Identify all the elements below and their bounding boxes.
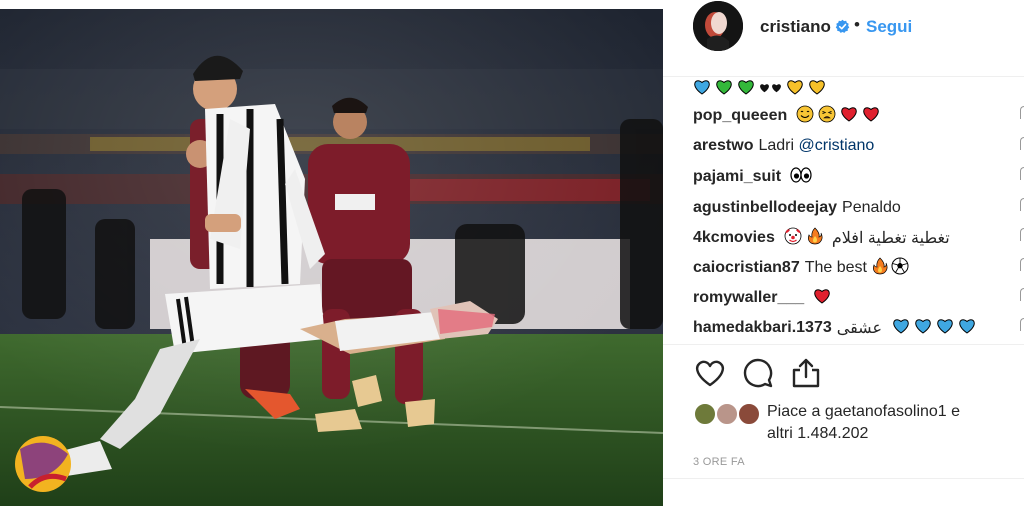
comment-mention-link[interactable]: @cristiano — [799, 137, 875, 155]
comment-text: The best — [804, 259, 867, 276]
verified-badge-icon — [835, 19, 850, 34]
post-photo-pane — [0, 0, 663, 506]
comment-row: 4kcmovies تغطية تغطية افلام — [693, 226, 956, 250]
comment-options-icon[interactable] — [1020, 258, 1024, 271]
blue-heart-icon — [936, 318, 954, 339]
likes-line-1: Piace a gaetanofasolino1 e — [767, 403, 961, 420]
fire-icon — [871, 257, 889, 280]
comment-options-icon[interactable] — [1020, 167, 1024, 180]
author-username[interactable]: cristiano — [760, 17, 831, 37]
comment-username[interactable]: 4kcmovies — [693, 229, 775, 247]
red-heart-icon — [813, 288, 831, 309]
clown-face-icon — [784, 227, 802, 250]
black-heart-icon — [771, 80, 782, 98]
liker-avatars — [693, 402, 763, 426]
comments-list[interactable]: pop_queeen arestwo Ladri @cristiano paja… — [663, 76, 1018, 344]
comment-row: agustinbellodeejay Penaldo — [693, 196, 901, 220]
share-upload-icon[interactable] — [789, 356, 823, 390]
comment-username[interactable]: arestwo — [693, 137, 753, 155]
post-timestamp[interactable]: 3 ORE FA — [693, 456, 745, 468]
blue-heart-icon — [892, 318, 910, 339]
comment-bubble-icon[interactable] — [741, 356, 775, 390]
comment-row: caiocristian87 The best — [693, 256, 909, 280]
comment-row: arestwo Ladri @cristiano — [693, 134, 874, 158]
comment-options-icon[interactable] — [1020, 198, 1024, 211]
comment-text: تغطية تغطية افلام — [831, 230, 950, 247]
comment-username[interactable]: agustinbellodeejay — [693, 199, 837, 217]
comment-row: pajami_suit — [693, 165, 812, 189]
author-avatar[interactable] — [693, 1, 743, 51]
likes-summary: Piace a gaetanofasolino1 e altri 1.484.2… — [693, 399, 1013, 445]
divider — [663, 344, 1024, 345]
blue-heart-icon — [914, 318, 932, 339]
comment-row-emoji — [693, 77, 826, 101]
red-heart-icon — [862, 106, 880, 127]
black-heart-icon — [759, 80, 770, 98]
red-heart-icon — [840, 106, 858, 127]
liker-avatar[interactable] — [715, 402, 739, 426]
comment-text: عشقی — [836, 320, 882, 337]
green-heart-icon — [715, 79, 733, 100]
comment-username[interactable]: pajami_suit — [693, 168, 781, 186]
divider — [663, 478, 1024, 479]
comment-text: Ladri — [758, 137, 799, 154]
comment-row: pop_queeen — [693, 104, 880, 128]
blue-heart-icon — [958, 318, 976, 339]
likes-line-2: altri 1.484.202 — [767, 425, 869, 442]
comment-username[interactable]: hamedakbari.1373 — [693, 319, 832, 337]
comment-text: Penaldo — [842, 199, 901, 216]
comment-options-icon[interactable] — [1020, 228, 1024, 241]
comment-username[interactable]: romywaller___ — [693, 289, 804, 307]
follow-button[interactable]: Segui — [866, 17, 912, 37]
fire-icon — [806, 227, 824, 250]
comment-row: hamedakbari.1373 عشقی — [693, 316, 976, 340]
comment-options-icon[interactable] — [1020, 318, 1024, 331]
header-separator: • — [854, 15, 860, 34]
comment-options-icon[interactable] — [1020, 137, 1024, 150]
post-photo[interactable] — [0, 9, 663, 506]
soccer-ball-icon — [891, 257, 909, 280]
grin-face-icon — [796, 105, 814, 128]
green-heart-icon — [737, 79, 755, 100]
comment-row: romywaller___ — [693, 286, 831, 310]
yellow-heart-icon — [808, 79, 826, 100]
likes-text[interactable]: Piace a gaetanofasolino1 e altri 1.484.2… — [767, 401, 1007, 445]
liker-avatar[interactable] — [737, 402, 761, 426]
comment-username[interactable]: caiocristian87 — [693, 259, 800, 277]
comment-options-icon[interactable] — [1020, 288, 1024, 301]
eyes-icon — [790, 166, 812, 188]
post-actions — [693, 356, 823, 390]
blue-heart-icon — [693, 79, 711, 100]
liker-avatar[interactable] — [693, 402, 717, 426]
post-sidebar: cristiano • Segui pop_queeen arestwo Lad… — [663, 0, 1024, 506]
post-header: cristiano • Segui — [663, 0, 1024, 77]
yellow-heart-icon — [786, 79, 804, 100]
heart-outline-icon[interactable] — [693, 356, 727, 390]
weary-face-icon — [818, 105, 836, 128]
comment-username[interactable]: pop_queeen — [693, 107, 787, 125]
comment-options-icon[interactable] — [1020, 106, 1024, 119]
